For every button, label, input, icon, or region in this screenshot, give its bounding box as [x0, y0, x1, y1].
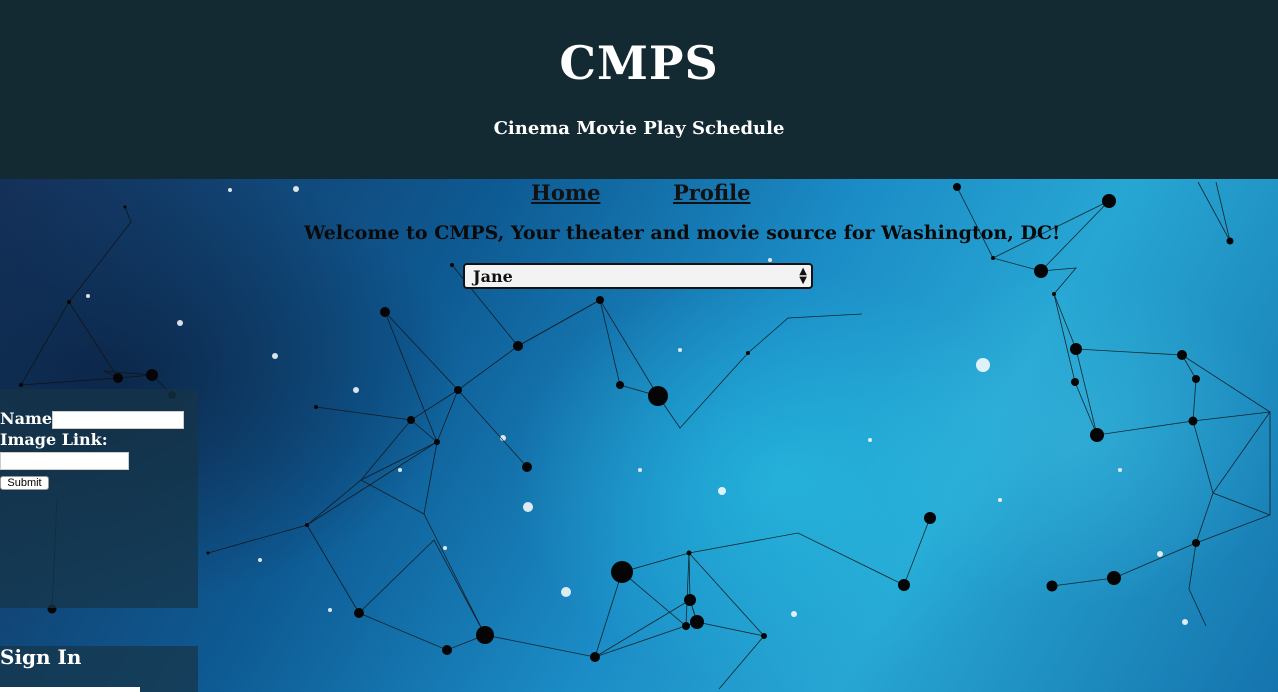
nav-profile-link[interactable]: Profile [673, 180, 750, 205]
name-input[interactable] [52, 411, 184, 429]
site-header: CMPS Cinema Movie Play Schedule [0, 0, 1278, 179]
welcome-message: Welcome to CMPS, Your theater and movie … [304, 222, 1061, 244]
network-lines [20, 181, 1272, 690]
select-arrows-icon: ▲ ▼ [799, 266, 807, 286]
signin-input[interactable] [0, 687, 140, 692]
site-title: CMPS [559, 36, 719, 90]
network-nodes [19, 183, 1234, 662]
user-select[interactable]: Jane ▲ ▼ [463, 263, 813, 289]
star-field [86, 186, 1188, 625]
name-label: Name: [0, 409, 59, 428]
image-link-input[interactable] [0, 452, 129, 470]
site-tagline: Cinema Movie Play Schedule [493, 118, 785, 139]
submit-button[interactable]: Submit [0, 476, 49, 490]
nav-home-link[interactable]: Home [531, 180, 600, 205]
user-select-value: Jane [473, 267, 513, 286]
image-link-label: Image Link: [0, 430, 108, 449]
signin-title: Sign In [0, 645, 82, 669]
